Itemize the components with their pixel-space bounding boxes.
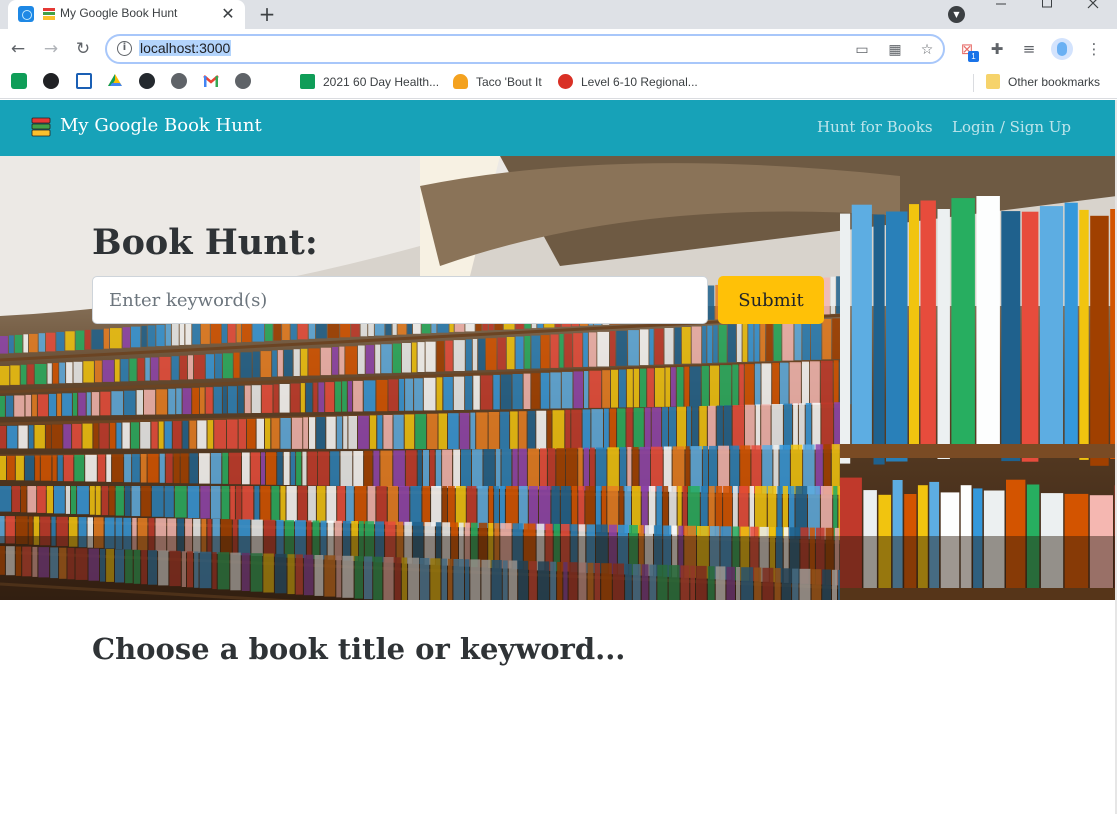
reload-icon[interactable]: ↻ [72,38,94,60]
web-icon[interactable] [43,73,59,89]
globe-icon[interactable] [235,73,251,89]
address-bar[interactable]: i localhost:3000 ▭ ▦ ☆ [105,34,945,64]
puzzle-icon[interactable]: ✚ [986,38,1008,60]
avatar[interactable] [1051,38,1073,60]
site-navbar: My Google Book Hunt Hunt for Books Login… [0,100,1117,156]
tab-title: My Google Book Hunt [60,6,178,20]
qr-code-icon[interactable]: ▦ [886,41,904,59]
bookmark-level[interactable]: Level 6-10 Regional... [558,73,698,91]
hero-title: Book Hunt: [92,222,318,263]
sheets-icon[interactable] [11,73,27,89]
close-window-icon[interactable] [1070,0,1116,29]
new-tab-icon[interactable]: + [256,3,278,25]
university-icon[interactable] [76,73,92,89]
back-icon[interactable]: ← [7,38,29,60]
bookmark-health[interactable]: 2021 60 Day Health... [300,73,439,91]
bookmark-label: 2021 60 Day Health... [323,75,440,89]
books-icon [31,117,51,137]
books-icon [43,8,55,20]
reading-list-icon[interactable]: ≡ [1018,38,1040,60]
extension-badge: 1 [968,51,979,62]
cast-icon[interactable]: ▭ [853,41,871,59]
bookmark-label: Taco 'Bout It [476,75,542,89]
hunt-for-books-link[interactable]: Hunt for Books [817,118,933,136]
github-icon[interactable] [139,73,155,89]
search-input[interactable] [92,276,708,324]
results-prompt: Choose a book title or keyword... [92,632,626,666]
react-icon [18,6,34,22]
browser-toolbar: ← → ↻ i localhost:3000 ▭ ▦ ☆ [0,29,1117,68]
hero-banner: Book Hunt: Submit [0,156,1117,600]
globe-icon[interactable] [171,73,187,89]
sheets-icon [300,74,315,89]
taco-icon [453,74,468,89]
bookmark-star-icon[interactable]: ☆ [918,41,936,59]
drive-icon[interactable] [107,73,123,89]
gmail-icon[interactable] [203,73,219,89]
folder-icon [986,74,1000,89]
maximize-icon[interactable] [1024,0,1070,29]
divider [973,74,974,92]
menu-icon[interactable]: ⋮ [1083,38,1105,60]
logo-icon [558,74,573,89]
submit-button[interactable]: Submit [718,276,824,324]
forward-icon[interactable]: → [40,38,62,60]
close-tab-icon[interactable]: ✕ [219,5,237,23]
other-bookmarks[interactable]: Other bookmarks [986,73,1100,91]
site-info-icon[interactable]: i [117,41,132,56]
login-signup-link[interactable]: Login / Sign Up [952,118,1071,136]
bookmark-label: Level 6-10 Regional... [581,75,698,89]
bookmark-taco[interactable]: Taco 'Bout It [453,73,542,91]
brand-link[interactable]: My Google Book Hunt [60,115,262,136]
bookmark-label: Other bookmarks [1008,75,1101,89]
browser-tab[interactable]: My Google Book Hunt ✕ [8,0,245,29]
minimize-icon[interactable] [978,0,1024,29]
tab-strip: My Google Book Hunt ✕ + ▼ [0,0,1117,29]
url-text[interactable]: localhost:3000 [139,40,232,56]
tab-search-icon[interactable]: ▼ [948,6,965,23]
